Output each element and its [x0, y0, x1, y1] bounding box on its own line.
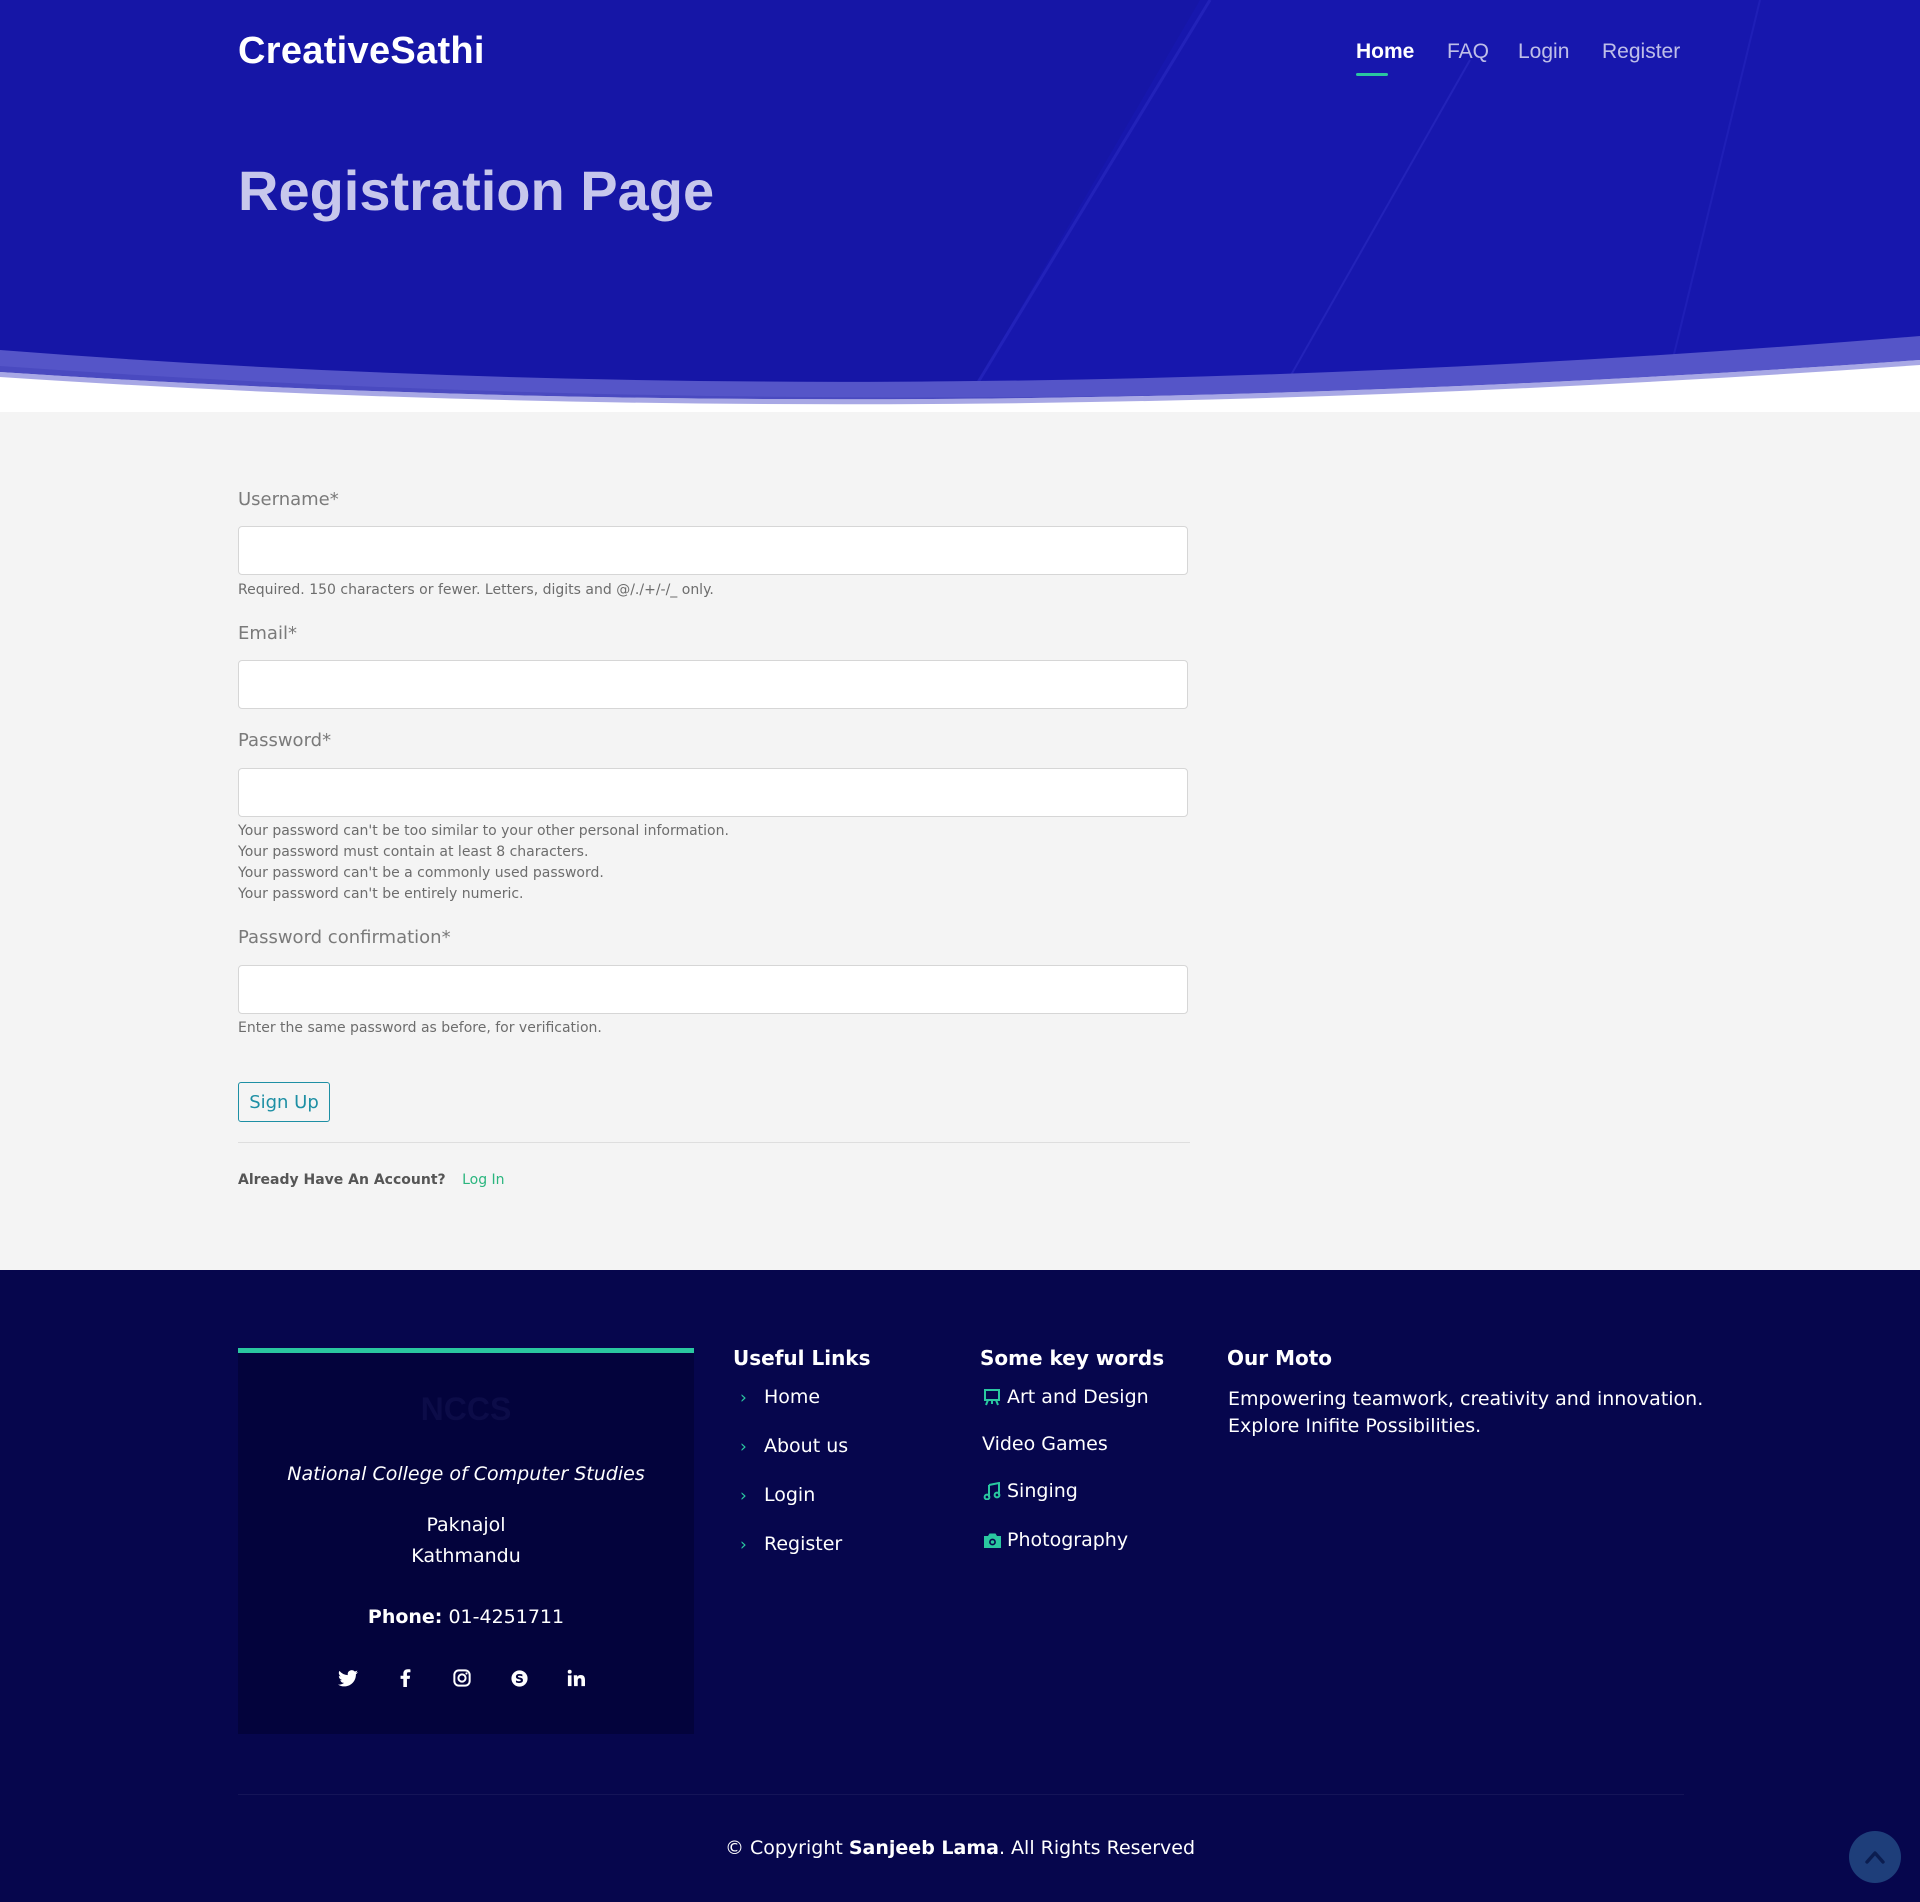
music-note-icon — [982, 1481, 1002, 1501]
address-line-1: Paknajol — [426, 1514, 506, 1536]
phone-line: Phone: 01-4251711 — [238, 1606, 694, 1628]
moto-text: Empowering teamwork, creativity and inno… — [1228, 1388, 1704, 1437]
chevron-right-icon: › — [740, 1388, 747, 1408]
username-help-text: Required. 150 characters or fewer. Lette… — [238, 582, 714, 598]
chevron-right-icon: › — [740, 1437, 747, 1457]
keyword-label: Art and Design — [1007, 1386, 1149, 1408]
keyword-singing: Singing — [982, 1480, 1078, 1502]
copyright-suffix: . All Rights Reserved — [998, 1837, 1196, 1859]
footer-link-label: Login — [764, 1484, 816, 1506]
keyword-label: Photography — [1007, 1529, 1129, 1551]
svg-text:S: S — [515, 1671, 524, 1685]
key-words-title: Some key words — [980, 1346, 1165, 1370]
keyword-video-games: Video Games — [982, 1433, 1108, 1455]
password-help-length: Your password must contain at least 8 ch… — [238, 844, 589, 860]
easel-icon — [982, 1387, 1002, 1407]
password-confirmation-input[interactable] — [238, 965, 1188, 1014]
password-label: Password* — [238, 730, 332, 751]
site-footer: NCCS National College of Computer Studie… — [0, 1270, 1920, 1902]
footer-link-label: Home — [764, 1386, 821, 1408]
password-help-similar: Your password can't be too similar to yo… — [238, 823, 729, 839]
college-logo-text: NCCS — [420, 1391, 512, 1427]
already-have-account-text: Already Have An Account? — [238, 1172, 446, 1188]
password-help-numeric: Your password can't be entirely numeric. — [238, 886, 524, 902]
copyright-owner: Sanjeeb Lama — [848, 1837, 999, 1859]
chevron-up-icon — [1865, 1851, 1885, 1864]
instagram-icon[interactable] — [447, 1663, 477, 1693]
sign-up-button[interactable]: Sign Up — [238, 1082, 330, 1122]
address-line-2: Kathmandu — [411, 1545, 521, 1567]
footer-link-login[interactable]: › Login — [740, 1484, 815, 1506]
form-divider — [238, 1142, 1190, 1143]
facebook-icon[interactable] — [390, 1663, 420, 1693]
copyright-text: © Copyright Sanjeeb Lama. All Rights Res… — [0, 1837, 1920, 1859]
password-input[interactable] — [238, 768, 1188, 817]
hero-header: CreativeSathi Home FAQ Login Register Re… — [0, 0, 1920, 412]
footer-link-register[interactable]: › Register — [740, 1533, 842, 1555]
footer-link-home[interactable]: › Home — [740, 1386, 820, 1408]
college-info-card: NCCS National College of Computer Studie… — [238, 1348, 694, 1734]
footer-divider — [238, 1794, 1684, 1795]
twitter-icon[interactable] — [333, 1663, 363, 1693]
email-label: Email* — [238, 623, 297, 644]
nav-home[interactable]: Home — [1356, 40, 1414, 76]
keyword-label: Singing — [1007, 1480, 1078, 1502]
phone-label: Phone: — [367, 1606, 443, 1628]
nav-login[interactable]: Login — [1518, 40, 1569, 64]
back-to-top-button[interactable] — [1849, 1831, 1901, 1883]
brand-logo[interactable]: CreativeSathi — [238, 30, 485, 73]
username-input[interactable] — [238, 526, 1188, 575]
phone-number: 01-4251711 — [448, 1606, 565, 1628]
page-title: Registration Page — [238, 159, 715, 222]
password-confirmation-label: Password confirmation* — [238, 927, 451, 948]
log-in-link[interactable]: Log In — [462, 1172, 504, 1188]
password-help-common: Your password can't be a commonly used p… — [238, 865, 604, 881]
linkedin-icon[interactable] — [561, 1663, 591, 1693]
password-help-text: Your password can't be too similar to yo… — [238, 821, 729, 905]
email-input[interactable] — [238, 660, 1188, 709]
footer-link-label: About us — [764, 1435, 849, 1457]
nav-faq[interactable]: FAQ — [1447, 40, 1489, 64]
social-links: S — [238, 1663, 694, 1693]
our-moto-title: Our Moto — [1227, 1346, 1333, 1370]
footer-link-label: Register — [764, 1533, 843, 1555]
college-name: National College of Computer Studies — [287, 1463, 645, 1485]
password-confirmation-help-text: Enter the same password as before, for v… — [238, 1020, 602, 1036]
chevron-right-icon: › — [740, 1535, 747, 1555]
chevron-right-icon: › — [740, 1486, 747, 1506]
nav-register[interactable]: Register — [1602, 40, 1680, 64]
footer-link-about[interactable]: › About us — [740, 1435, 848, 1457]
keyword-art-and-design: Art and Design — [982, 1386, 1149, 1408]
useful-links-title: Useful Links — [733, 1346, 871, 1370]
copyright-prefix: © Copyright — [724, 1837, 843, 1859]
keyword-label: Video Games — [982, 1433, 1108, 1455]
login-prompt: Already Have An Account? Log In — [238, 1172, 505, 1188]
camera-icon — [982, 1530, 1002, 1550]
username-label: Username* — [238, 489, 339, 510]
skype-icon[interactable]: S — [504, 1663, 534, 1693]
keyword-photography: Photography — [982, 1529, 1128, 1551]
